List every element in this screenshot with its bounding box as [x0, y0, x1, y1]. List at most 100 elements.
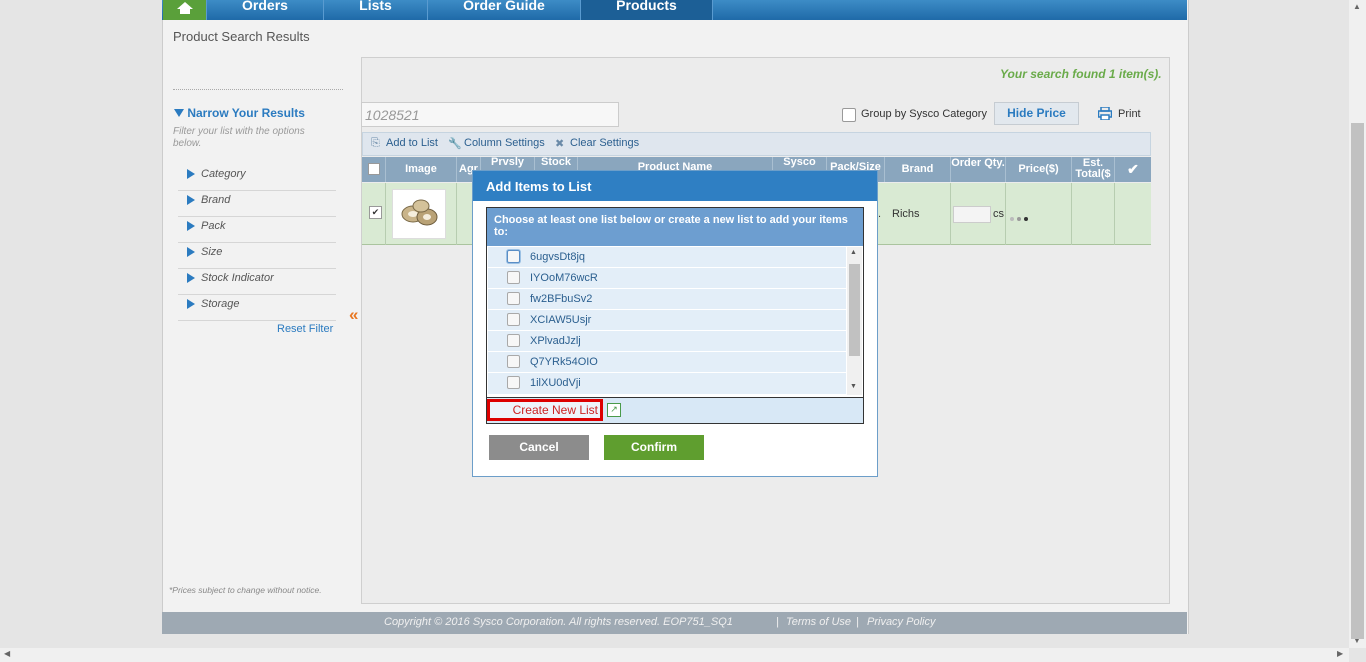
triangle-down-icon — [174, 109, 184, 117]
scroll-up-icon[interactable]: ▲ — [1353, 2, 1361, 11]
list-name: Q7YRk54OIO — [530, 356, 598, 368]
list-item[interactable]: Q7YRk54OIO — [488, 352, 846, 373]
product-thumbnail[interactable] — [392, 189, 446, 239]
narrow-results-title: Narrow Your Results — [187, 106, 305, 120]
product-search-input[interactable]: 1028521 — [361, 102, 619, 127]
list-checkbox[interactable] — [507, 334, 520, 347]
select-all-cell — [362, 157, 386, 182]
row-total-cell — [1072, 183, 1115, 245]
list-name: 6ugvsDt8jq — [530, 251, 586, 263]
cancel-button[interactable]: Cancel — [489, 435, 589, 460]
list-checkbox[interactable] — [507, 271, 520, 284]
home-icon — [176, 2, 193, 14]
print-link[interactable]: Print — [1118, 108, 1141, 120]
facet-label: Storage — [201, 298, 240, 310]
col-header-order-qty[interactable]: Order Qty. — [951, 157, 1006, 182]
facet-label: Pack — [201, 220, 226, 232]
triangle-right-icon — [187, 299, 195, 309]
row-checkbox[interactable]: ✔ — [369, 206, 382, 219]
list-item[interactable]: XCIAW5Usjr — [488, 310, 846, 331]
facet-size[interactable]: Size — [178, 244, 336, 269]
close-icon: ✖ — [555, 138, 565, 150]
col-header-brand[interactable]: Brand — [885, 157, 951, 182]
group-by-category-checkbox[interactable] — [842, 108, 856, 122]
add-to-list-button[interactable]: Add to List — [386, 137, 438, 149]
reset-filter-link[interactable]: Reset Filter — [277, 323, 333, 335]
open-external-icon[interactable]: ↗ — [607, 403, 621, 417]
list-name: XCIAW5Usjr — [530, 314, 592, 326]
copyright-text: Copyright © 2016 Sysco Corporation. All … — [384, 616, 733, 628]
list-checkbox[interactable] — [507, 376, 520, 389]
scroll-down-icon[interactable]: ▼ — [850, 383, 857, 390]
hide-price-button[interactable]: Hide Price — [994, 102, 1079, 125]
facet-brand[interactable]: Brand — [178, 192, 336, 217]
list-item[interactable]: XPlvadJzlj — [488, 331, 846, 352]
list-checkbox[interactable] — [507, 292, 520, 305]
facet-stock-indicator[interactable]: Stock Indicator — [178, 270, 336, 295]
page-title: Product Search Results — [173, 29, 310, 44]
footer: Copyright © 2016 Sysco Corporation. All … — [162, 612, 1187, 634]
instruction-text: Choose at least one list below or create… — [494, 214, 848, 238]
col-header-image[interactable]: Image — [386, 157, 457, 182]
col-header-price[interactable]: Price($) — [1006, 157, 1072, 182]
facet-storage[interactable]: Storage — [178, 296, 336, 321]
order-qty-input[interactable] — [953, 206, 991, 223]
search-results-count: Your search found 1 item(s). — [1000, 67, 1162, 81]
create-new-list-button[interactable]: Create New List — [487, 399, 603, 421]
list-scroll-thumb[interactable] — [849, 264, 860, 356]
nav-tab-home[interactable] — [163, 0, 207, 20]
printer-icon[interactable] — [1098, 107, 1112, 120]
modal-title: Add Items to List — [486, 179, 592, 194]
list-checkbox[interactable] — [507, 313, 520, 326]
list-name: fw2BFbuSv2 — [530, 293, 593, 305]
nav-tab-products[interactable]: Products — [581, 0, 713, 20]
triangle-right-icon — [187, 169, 195, 179]
scroll-left-icon[interactable]: ◀ — [4, 649, 10, 658]
terms-of-use-link[interactable]: Terms of Use — [786, 616, 851, 628]
facet-category[interactable]: Category — [178, 166, 336, 191]
modal-header: Add Items to List — [473, 171, 877, 201]
confirm-button[interactable]: Confirm — [604, 435, 704, 460]
list-name: IYOoM76wcR — [530, 272, 598, 284]
list-item[interactable]: IYOoM76wcR — [488, 268, 846, 289]
list-item[interactable]: 1ilXU0dVji — [488, 373, 846, 395]
page-scroll-thumb[interactable] — [1351, 123, 1364, 639]
product-image — [401, 199, 438, 226]
facet-label: Category — [201, 168, 246, 180]
triangle-right-icon — [187, 247, 195, 257]
narrow-results-description: Filter your list with the options below. — [173, 126, 305, 149]
brand-value: Richs — [892, 208, 920, 220]
facet-label: Brand — [201, 194, 231, 206]
nav-tab-lists[interactable]: Lists — [324, 0, 428, 20]
list-name: XPlvadJzlj — [530, 335, 581, 347]
list-item[interactable]: 6ugvsDt8jq — [488, 247, 846, 268]
footer-separator: | — [856, 616, 859, 628]
facet-label: Size — [201, 246, 223, 258]
select-all-checkbox[interactable] — [367, 163, 380, 175]
list-checkbox[interactable] — [507, 250, 520, 263]
checkmark-icon: ✔ — [1127, 161, 1139, 177]
privacy-policy-link[interactable]: Privacy Policy — [867, 616, 935, 628]
sidebar-divider — [173, 89, 343, 90]
facet-pack[interactable]: Pack — [178, 218, 336, 243]
prices-disclaimer: *Prices subject to change without notice… — [169, 585, 322, 595]
narrow-results-toggle[interactable]: Narrow Your Results — [174, 106, 305, 120]
clear-settings-button[interactable]: Clear Settings — [570, 137, 639, 149]
scroll-up-icon[interactable]: ▲ — [850, 249, 857, 256]
column-settings-button[interactable]: Column Settings — [464, 137, 545, 149]
collapse-sidebar-icon[interactable]: « — [349, 305, 358, 325]
col-header-est-total[interactable]: Est. Total($ — [1072, 157, 1115, 182]
triangle-right-icon — [187, 221, 195, 231]
triangle-right-icon — [187, 273, 195, 283]
list-checkbox[interactable] — [507, 355, 520, 368]
list-name: 1ilXU0dVji — [530, 377, 581, 389]
footer-separator: | — [776, 616, 779, 628]
group-by-category-label: Group by Sysco Category — [861, 108, 987, 120]
page-scrollbar-horizontal[interactable]: ◀ ▶ — [0, 648, 1349, 662]
nav-tab-orders[interactable]: Orders — [207, 0, 324, 20]
nav-tab-order-guide[interactable]: Order Guide — [428, 0, 581, 20]
triangle-right-icon — [187, 195, 195, 205]
list-item[interactable]: fw2BFbuSv2 — [488, 289, 846, 310]
scroll-right-icon[interactable]: ▶ — [1337, 649, 1343, 658]
list-instruction: Choose at least one list below or create… — [487, 208, 863, 246]
